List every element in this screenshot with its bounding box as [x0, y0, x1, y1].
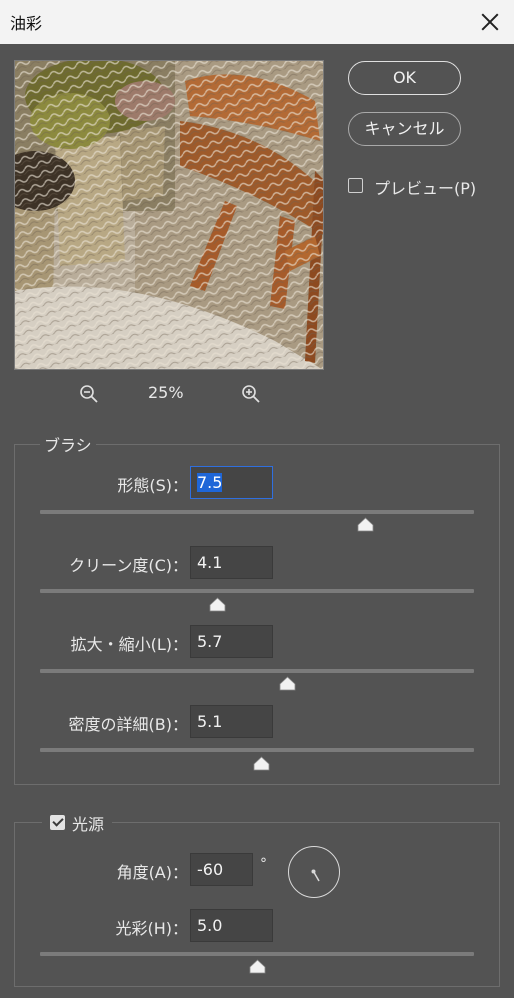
bristle-detail-label: 密度の詳細(B)： — [68, 715, 188, 734]
stylization-slider-thumb[interactable] — [357, 517, 374, 532]
cleanliness-slider-track[interactable] — [40, 589, 474, 593]
bristle-detail-slider-thumb[interactable] — [253, 756, 270, 771]
ok-button[interactable]: OK — [348, 61, 461, 95]
shine-input[interactable]: 5.0 — [190, 909, 273, 942]
zoom-out-icon[interactable] — [79, 384, 99, 404]
shine-slider-thumb[interactable] — [249, 959, 266, 974]
shine-label: 光彩(H)： — [115, 919, 188, 938]
stylization-label: 形態(S)： — [117, 476, 188, 495]
title-bar: 油彩 — [0, 0, 514, 44]
dialog-title: 油彩 — [10, 14, 43, 33]
scale-input[interactable]: 5.7 — [190, 625, 273, 658]
zoom-in-icon[interactable] — [241, 384, 261, 404]
lighting-legend: 光源 — [72, 815, 105, 834]
cleanliness-label: クリーン度(C)： — [69, 556, 188, 575]
preview-checkbox[interactable] — [348, 178, 363, 193]
scale-slider-track[interactable] — [40, 669, 474, 673]
preview-label: プレビュー(P) — [374, 179, 477, 198]
bristle-detail-slider-track[interactable] — [40, 748, 474, 752]
degree-symbol: ° — [260, 856, 267, 872]
cancel-button[interactable]: キャンセル — [348, 112, 461, 146]
shine-slider-track[interactable] — [40, 952, 474, 956]
stylization-slider-track[interactable] — [40, 510, 474, 514]
bristle-detail-input[interactable]: 5.1 — [190, 705, 273, 738]
stylization-value: 7.5 — [197, 473, 223, 492]
angle-dial[interactable] — [288, 846, 340, 898]
close-icon[interactable] — [478, 10, 502, 34]
zoom-level: 25% — [148, 383, 184, 402]
cleanliness-input[interactable]: 4.1 — [190, 546, 273, 579]
scale-label: 拡大・縮小(L)： — [70, 635, 188, 654]
cleanliness-slider-thumb[interactable] — [209, 597, 226, 612]
preview-image[interactable] — [14, 60, 324, 370]
lighting-checkbox[interactable] — [50, 815, 65, 830]
scale-slider-thumb[interactable] — [279, 676, 296, 691]
brush-legend: ブラシ — [40, 432, 96, 456]
stylization-input[interactable]: 7.5 — [190, 466, 273, 499]
angle-input[interactable]: -60 — [190, 853, 253, 886]
angle-label: 角度(A)： — [116, 863, 188, 882]
